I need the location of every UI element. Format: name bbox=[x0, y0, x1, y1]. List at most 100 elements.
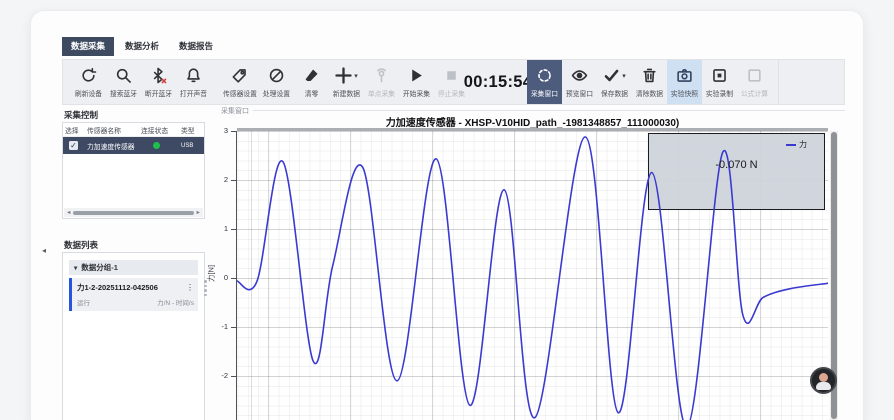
y-tick-mark bbox=[231, 131, 236, 132]
stop-collect-label: 停止采集 bbox=[438, 88, 465, 98]
tab-data-collect[interactable]: 数据采集 bbox=[62, 37, 114, 56]
item-menu-icon[interactable]: ⋮ bbox=[186, 283, 194, 292]
refresh-icon bbox=[80, 67, 97, 84]
dropdown-caret-icon[interactable]: ▾ bbox=[622, 72, 626, 80]
scroll-left-icon[interactable]: ◄ bbox=[66, 210, 71, 216]
experiment-record-button[interactable]: 实验录制 bbox=[702, 60, 737, 104]
experiment-record-label: 实验录制 bbox=[706, 88, 733, 98]
horizontal-scrollbar[interactable]: ◄ ► bbox=[64, 208, 203, 217]
experiment-snapshot-button[interactable]: 实验快照 bbox=[667, 60, 702, 104]
toolbar: 刷新设备搜索蓝牙断开蓝牙打开声音 传感器设置处理设置 清零 ▾ 新建数据单点采集开始采集… bbox=[62, 59, 845, 105]
sound-on-button[interactable]: 打开声音 bbox=[176, 60, 211, 104]
new-data-label: 新建数据 bbox=[333, 88, 360, 98]
search-bluetooth-label: 搜索蓝牙 bbox=[110, 88, 137, 98]
col-connect-status: 连接状态 bbox=[141, 125, 181, 135]
clear-data-label: 清除数据 bbox=[636, 88, 663, 98]
disconnect-bluetooth-button[interactable]: 断开蓝牙 bbox=[141, 60, 176, 104]
col-select: 选择 bbox=[65, 125, 87, 135]
check-icon bbox=[603, 67, 620, 84]
y-tick-label: 1 bbox=[210, 224, 228, 233]
process-settings-label: 处理设置 bbox=[263, 88, 290, 98]
scroll-right-icon[interactable]: ► bbox=[196, 210, 201, 216]
data-item[interactable]: 力1-2-20251112-042506 ⋮ 运行 力/N - 时间/s bbox=[69, 278, 198, 311]
sensor-checkbox[interactable]: ✓ bbox=[69, 141, 78, 150]
app-root: 数据采集数据分析数据报告 刷新设备搜索蓝牙断开蓝牙打开声音 传感器设置处理设置 清零… bbox=[0, 0, 894, 420]
chart-legend: 力 bbox=[786, 139, 807, 150]
tab-data-report[interactable]: 数据报告 bbox=[170, 37, 222, 56]
formula-calc-button[interactable]: 公式计算 bbox=[737, 60, 772, 104]
y-tick-mark bbox=[231, 180, 236, 181]
y-tick-mark bbox=[231, 278, 236, 279]
sensor-name: 力加速度传感器 bbox=[87, 141, 141, 151]
y-tick-label: -1 bbox=[210, 322, 228, 331]
collect-window-label: 采集窗口 bbox=[531, 88, 558, 98]
data-item-axes: 力/N - 时间/s bbox=[157, 297, 194, 307]
sensor-row[interactable]: ✓ 力加速度传感器 USB bbox=[63, 137, 204, 154]
disconnect-bluetooth-label: 断开蓝牙 bbox=[145, 88, 172, 98]
save-data-label: 保存数据 bbox=[601, 88, 628, 98]
gauge-icon bbox=[268, 67, 285, 84]
collect-control-title: 采集控制 bbox=[64, 109, 98, 121]
col-type: 类型 bbox=[181, 125, 206, 135]
sensor-type: USB bbox=[181, 143, 206, 149]
data-list-title: 数据列表 bbox=[64, 239, 98, 251]
legend-line-icon bbox=[786, 144, 796, 146]
sensor-settings-button[interactable]: 传感器设置 bbox=[221, 60, 259, 104]
dashed-circle-icon bbox=[536, 67, 553, 84]
plus-icon bbox=[335, 67, 352, 84]
start-collect-label: 开始采集 bbox=[403, 88, 430, 98]
data-item-status: 运行 bbox=[77, 297, 90, 307]
group-caret-icon: ▾ bbox=[74, 264, 77, 272]
y-tick-label: 2 bbox=[210, 175, 228, 184]
save-data-button[interactable]: ▾ 保存数据 bbox=[597, 60, 632, 104]
record-icon bbox=[711, 67, 728, 84]
scrollbar-thumb[interactable] bbox=[73, 211, 193, 215]
status-dot-icon bbox=[153, 142, 160, 149]
data-group-header[interactable]: ▾ 数据分组-1 bbox=[69, 260, 198, 275]
dropdown-caret-icon[interactable]: ▾ bbox=[354, 72, 358, 80]
sensor-tag-icon bbox=[231, 67, 248, 84]
zero-label: 清零 bbox=[305, 88, 319, 98]
sensor-settings-label: 传感器设置 bbox=[223, 88, 257, 98]
data-item-title: 力1-2-20251112-042506 bbox=[77, 282, 158, 293]
group-label: 数据分组-1 bbox=[81, 262, 118, 273]
search-icon bbox=[115, 67, 132, 84]
eye-icon bbox=[571, 67, 588, 84]
tab-data-analysis[interactable]: 数据分析 bbox=[116, 37, 168, 56]
start-collect-button[interactable]: 开始采集 bbox=[399, 60, 434, 104]
refresh-device-label: 刷新设备 bbox=[75, 88, 102, 98]
annotation-value: -0.070 N bbox=[648, 159, 825, 171]
tab-bar: 数据采集数据分析数据报告 bbox=[62, 37, 222, 56]
zero-button[interactable]: 清零 bbox=[294, 60, 329, 104]
y-tick-mark bbox=[231, 327, 236, 328]
y-tick-mark bbox=[231, 229, 236, 230]
sensor-table: 选择 传感器名称 连接状态 类型 ✓ 力加速度传感器 USB ◄ ► bbox=[62, 122, 205, 219]
refresh-device-button[interactable]: 刷新设备 bbox=[71, 60, 106, 104]
toolbar-divider bbox=[778, 60, 779, 104]
single-point-collect-label: 单点采集 bbox=[368, 88, 395, 98]
y-tick-label: 3 bbox=[210, 126, 228, 135]
sound-on-label: 打开声音 bbox=[180, 88, 207, 98]
single-point-collect-button[interactable]: 单点采集 bbox=[364, 60, 399, 104]
eraser-icon bbox=[303, 67, 320, 84]
sidebar-collapse-icon[interactable]: ◂ bbox=[42, 246, 46, 255]
plot-area[interactable]: -0.070 N 力 bbox=[237, 131, 828, 420]
avatar-person-icon bbox=[816, 382, 831, 390]
search-bluetooth-button[interactable]: 搜索蓝牙 bbox=[106, 60, 141, 104]
process-settings-button[interactable]: 处理设置 bbox=[259, 60, 294, 104]
assistant-avatar-button[interactable] bbox=[810, 367, 837, 394]
avatar-person-icon bbox=[819, 373, 828, 382]
clear-data-button[interactable]: 清除数据 bbox=[632, 60, 667, 104]
col-sensor-name: 传感器名称 bbox=[87, 125, 141, 135]
preview-window-button[interactable]: 预览窗口 bbox=[562, 60, 597, 104]
collect-timer: 00:15:54 bbox=[469, 60, 527, 104]
formula-calc-label: 公式计算 bbox=[741, 88, 768, 98]
y-tick-label: -2 bbox=[210, 371, 228, 380]
bluetooth-off-icon bbox=[150, 67, 167, 84]
trash-icon bbox=[641, 67, 658, 84]
touch-icon bbox=[373, 67, 390, 84]
new-data-button[interactable]: ▾ 新建数据 bbox=[329, 60, 364, 104]
collect-window-button[interactable]: 采集窗口 bbox=[527, 60, 562, 104]
y-tick-mark bbox=[231, 376, 236, 377]
chart-title: 力加速度传感器 - XHSP-V10HID_path_-1981348857_1… bbox=[237, 114, 828, 129]
